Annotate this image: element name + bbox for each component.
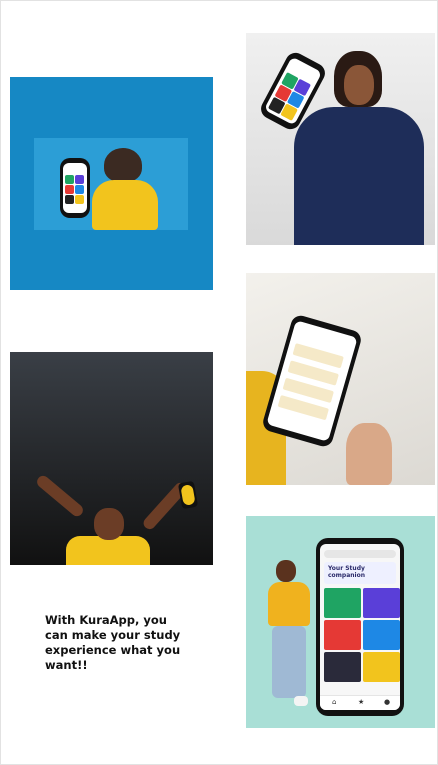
profile-icon: ● <box>384 698 391 706</box>
person-figure <box>104 148 142 182</box>
person-shirt <box>268 582 310 626</box>
search-bar <box>324 550 396 558</box>
app-tile <box>75 175 84 184</box>
banner-title: Your Study companion <box>328 565 365 579</box>
person-shoe <box>294 696 308 706</box>
app-tile <box>363 588 400 618</box>
arm-left <box>34 473 86 519</box>
tile-woman-yellow-blue-bg <box>10 77 213 290</box>
person-shirt <box>92 180 158 230</box>
tile-hand-pointing-phone <box>246 273 435 485</box>
phone-icon <box>177 480 199 510</box>
tile-woman-blue-dress <box>246 33 435 245</box>
pointing-hand <box>346 423 392 485</box>
app-tile <box>324 620 361 650</box>
phone-mockup: Your Study companion ⌂ ★ ● <box>316 538 404 716</box>
app-tile <box>75 195 84 204</box>
app-tile <box>75 185 84 194</box>
tile-man-jumping-phone: Your Study companion ⌂ ★ ● <box>246 516 435 728</box>
app-tile <box>65 185 74 194</box>
home-icon: ⌂ <box>332 698 337 706</box>
app-tile <box>363 620 400 650</box>
person-head <box>94 508 124 540</box>
phone-icon <box>60 158 90 218</box>
app-tile <box>324 588 361 618</box>
star-icon: ★ <box>358 698 365 706</box>
person-face <box>344 65 374 105</box>
tile-man-arms-up <box>10 352 213 565</box>
person-shirt <box>66 536 150 565</box>
caption-text: With KuraApp, you can make your study ex… <box>45 613 181 672</box>
app-tile <box>65 195 74 204</box>
person-dress <box>294 107 424 245</box>
app-tile <box>324 652 361 682</box>
photo <box>34 138 188 230</box>
person-jeans <box>272 626 306 698</box>
person-head <box>276 560 296 582</box>
banner: Your Study companion <box>324 562 396 584</box>
page-frame: Your Study companion ⌂ ★ ● With KuraApp,… <box>0 0 438 765</box>
phone-icon <box>260 313 364 449</box>
app-tile <box>363 652 400 682</box>
bottom-nav: ⌂ ★ ● <box>320 695 400 710</box>
app-tile <box>65 175 74 184</box>
